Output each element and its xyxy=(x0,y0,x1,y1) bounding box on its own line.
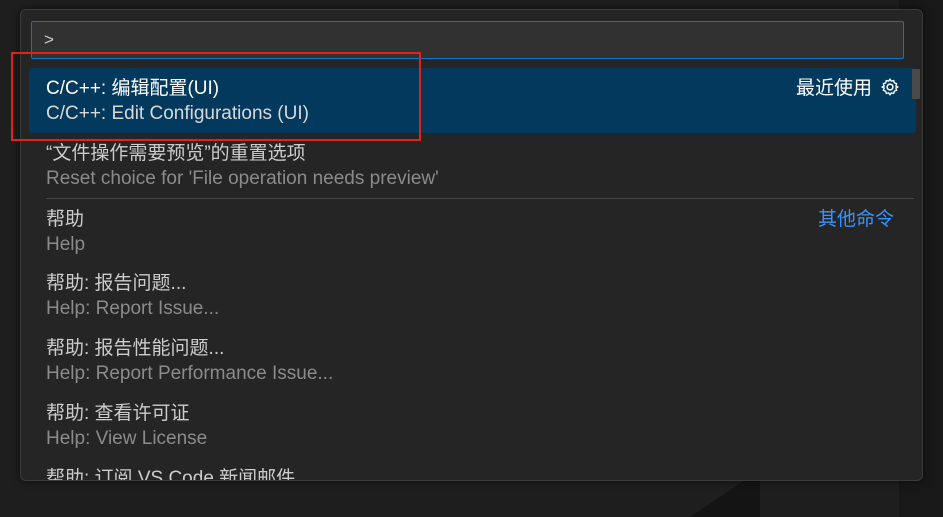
recently-used-label: 最近使用 xyxy=(795,78,872,99)
command-item-view-license[interactable]: 帮助: 查看许可证 Help: View License xyxy=(21,393,922,458)
command-label: 帮助: 报告问题... xyxy=(46,273,187,294)
command-input[interactable] xyxy=(44,30,891,50)
command-label: 帮助: 报告性能问题... xyxy=(46,338,225,359)
command-label: 帮助: 查看许可证 xyxy=(46,403,190,424)
command-item-cpp-edit-configurations[interactable]: C/C++: 编辑配置(UI) C/C++: Edit Configuratio… xyxy=(29,68,916,133)
command-item-help[interactable]: 帮助 Help 其他命令 xyxy=(46,198,914,263)
command-item-report-issue[interactable]: 帮助: 报告问题... Help: Report Issue... xyxy=(21,263,922,328)
command-item-report-performance-issue[interactable]: 帮助: 报告性能问题... Help: Report Performance I… xyxy=(21,328,922,393)
command-label: 帮助: 订阅 VS Code 新闻邮件 xyxy=(46,468,296,480)
command-detail: Help: Report Performance Issue... xyxy=(46,363,334,384)
command-list: C/C++: 编辑配置(UI) C/C++: Edit Configuratio… xyxy=(21,68,922,480)
gear-icon[interactable] xyxy=(880,77,900,97)
command-detail: C/C++: Edit Configurations (UI) xyxy=(46,103,309,124)
command-label: 帮助 xyxy=(46,209,85,230)
command-detail: Help: View License xyxy=(46,428,208,449)
command-item-subscribe-newsletter[interactable]: 帮助: 订阅 VS Code 新闻邮件 xyxy=(21,458,922,480)
command-detail: Help: Report Issue... xyxy=(46,298,220,319)
command-palette: C/C++: 编辑配置(UI) C/C++: Edit Configuratio… xyxy=(20,9,923,481)
other-commands-link[interactable]: 其他命令 xyxy=(818,204,894,231)
command-detail: Reset choice for 'File operation needs p… xyxy=(46,168,439,189)
recently-used-badge: 最近使用 xyxy=(796,73,900,100)
command-label: “文件操作需要预览”的重置选项 xyxy=(46,143,306,164)
command-detail: Help xyxy=(46,234,86,255)
list-scrollbar[interactable] xyxy=(912,69,920,99)
command-item-reset-file-operation[interactable]: “文件操作需要预览”的重置选项 Reset choice for 'File o… xyxy=(21,133,922,198)
command-input-box[interactable] xyxy=(31,21,904,59)
command-label: C/C++: 编辑配置(UI) xyxy=(46,78,220,99)
